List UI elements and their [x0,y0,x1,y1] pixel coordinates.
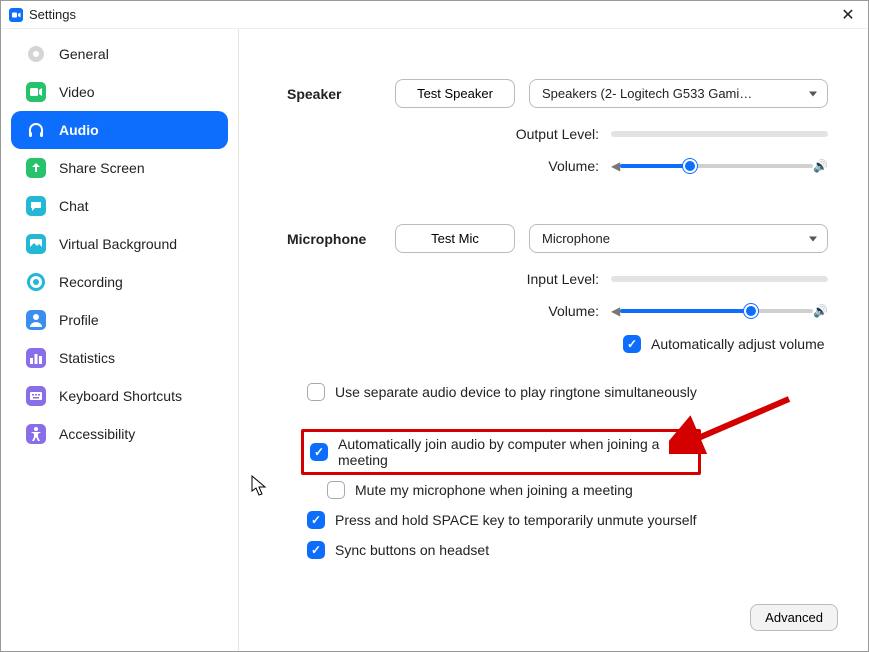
chat-icon [25,195,47,217]
option-label: Automatically join audio by computer whe… [338,436,692,468]
output-level-row: Output Level: [287,126,828,142]
microphone-label: Microphone [287,231,395,247]
output-level-bar [611,131,828,137]
option-label: Use separate audio device to play ringto… [335,384,697,400]
option-mute-on-join-checkbox[interactable] [327,481,345,499]
advanced-button[interactable]: Advanced [750,604,838,631]
option-ringtone-device-checkbox[interactable] [307,383,325,401]
speaker-volume-label: Volume: [287,158,611,174]
close-button[interactable]: ✕ [836,5,860,25]
microphone-volume-label: Volume: [287,303,611,319]
headphones-icon [25,119,47,141]
sidebar-item-general[interactable]: General [11,35,228,73]
speaker-device-dropdown[interactable]: Speakers (2- Logitech G533 Gami… [529,79,828,108]
microphone-volume-slider[interactable] [620,309,813,313]
option-sync-headset-checkbox[interactable] [307,541,325,559]
option-auto-join-audio-highlight: Automatically join audio by computer whe… [301,429,701,475]
gear-icon [25,43,47,65]
option-label: Press and hold SPACE key to temporarily … [335,512,697,528]
microphone-volume-row: Volume: ◀ 🔊 [287,303,828,319]
microphone-row: Microphone Test Mic Microphone [287,224,828,253]
option-mute-on-join-row: Mute my microphone when joining a meetin… [327,481,828,499]
option-sync-headset-row: Sync buttons on headset [307,541,828,559]
sidebar-item-label: Share Screen [59,160,145,176]
option-auto-join-audio-checkbox[interactable] [310,443,328,461]
sidebar-item-chat[interactable]: Chat [11,187,228,225]
volume-low-icon: ◀ [611,304,620,318]
sidebar-item-label: Accessibility [59,426,135,442]
sidebar-item-label: Recording [59,274,123,290]
option-space-unmute-row: Press and hold SPACE key to temporarily … [307,511,828,529]
keyboard-icon [25,385,47,407]
sidebar-item-label: Chat [59,198,89,214]
record-icon [25,271,47,293]
sidebar-item-virtual-background[interactable]: Virtual Background [11,225,228,263]
auto-adjust-checkbox[interactable] [623,335,641,353]
sidebar-item-label: Audio [59,122,99,138]
speaker-volume-row: Volume: ◀ 🔊 [287,158,828,174]
output-level-label: Output Level: [287,126,611,142]
person-icon [25,309,47,331]
share-screen-icon [25,157,47,179]
sidebar-item-label: General [59,46,109,62]
sidebar-item-profile[interactable]: Profile [11,301,228,339]
sidebar-item-share-screen[interactable]: Share Screen [11,149,228,187]
sidebar-item-video[interactable]: Video [11,73,228,111]
auto-adjust-row: Automatically adjust volume [287,335,828,353]
test-speaker-button[interactable]: Test Speaker [395,79,515,108]
titlebar: Settings ✕ [1,1,868,29]
option-label: Sync buttons on headset [335,542,489,558]
option-space-unmute-checkbox[interactable] [307,511,325,529]
speaker-row: Speaker Test Speaker Speakers (2- Logite… [287,79,828,108]
test-mic-button[interactable]: Test Mic [395,224,515,253]
input-level-bar [611,276,828,282]
option-label: Mute my microphone when joining a meetin… [355,482,633,498]
input-level-row: Input Level: [287,271,828,287]
sidebar-item-label: Keyboard Shortcuts [59,388,182,404]
cursor-icon [251,475,269,497]
speaker-volume-slider[interactable] [620,164,813,168]
speaker-label: Speaker [287,86,395,102]
sidebar-item-audio[interactable]: Audio [11,111,228,149]
sidebar-item-label: Virtual Background [59,236,177,252]
volume-high-icon: 🔊 [813,159,828,173]
picture-icon [25,233,47,255]
volume-low-icon: ◀ [611,159,620,173]
sidebar-item-accessibility[interactable]: Accessibility [11,415,228,453]
accessibility-icon [25,423,47,445]
volume-high-icon: 🔊 [813,304,828,318]
video-icon [25,81,47,103]
sidebar-item-label: Video [59,84,95,100]
sidebar-item-recording[interactable]: Recording [11,263,228,301]
app-icon [9,8,23,22]
content: Speaker Test Speaker Speakers (2- Logite… [239,29,868,651]
sidebar-item-label: Statistics [59,350,115,366]
sidebar-item-statistics[interactable]: Statistics [11,339,228,377]
window-title: Settings [29,7,76,22]
auto-adjust-label: Automatically adjust volume [651,336,825,352]
bars-icon [25,347,47,369]
microphone-device-dropdown[interactable]: Microphone [529,224,828,253]
sidebar-item-label: Profile [59,312,99,328]
sidebar: General Video Audio Share Screen Chat Vi… [1,29,239,651]
option-ringtone-device-row: Use separate audio device to play ringto… [307,383,828,401]
sidebar-item-keyboard-shortcuts[interactable]: Keyboard Shortcuts [11,377,228,415]
input-level-label: Input Level: [287,271,611,287]
